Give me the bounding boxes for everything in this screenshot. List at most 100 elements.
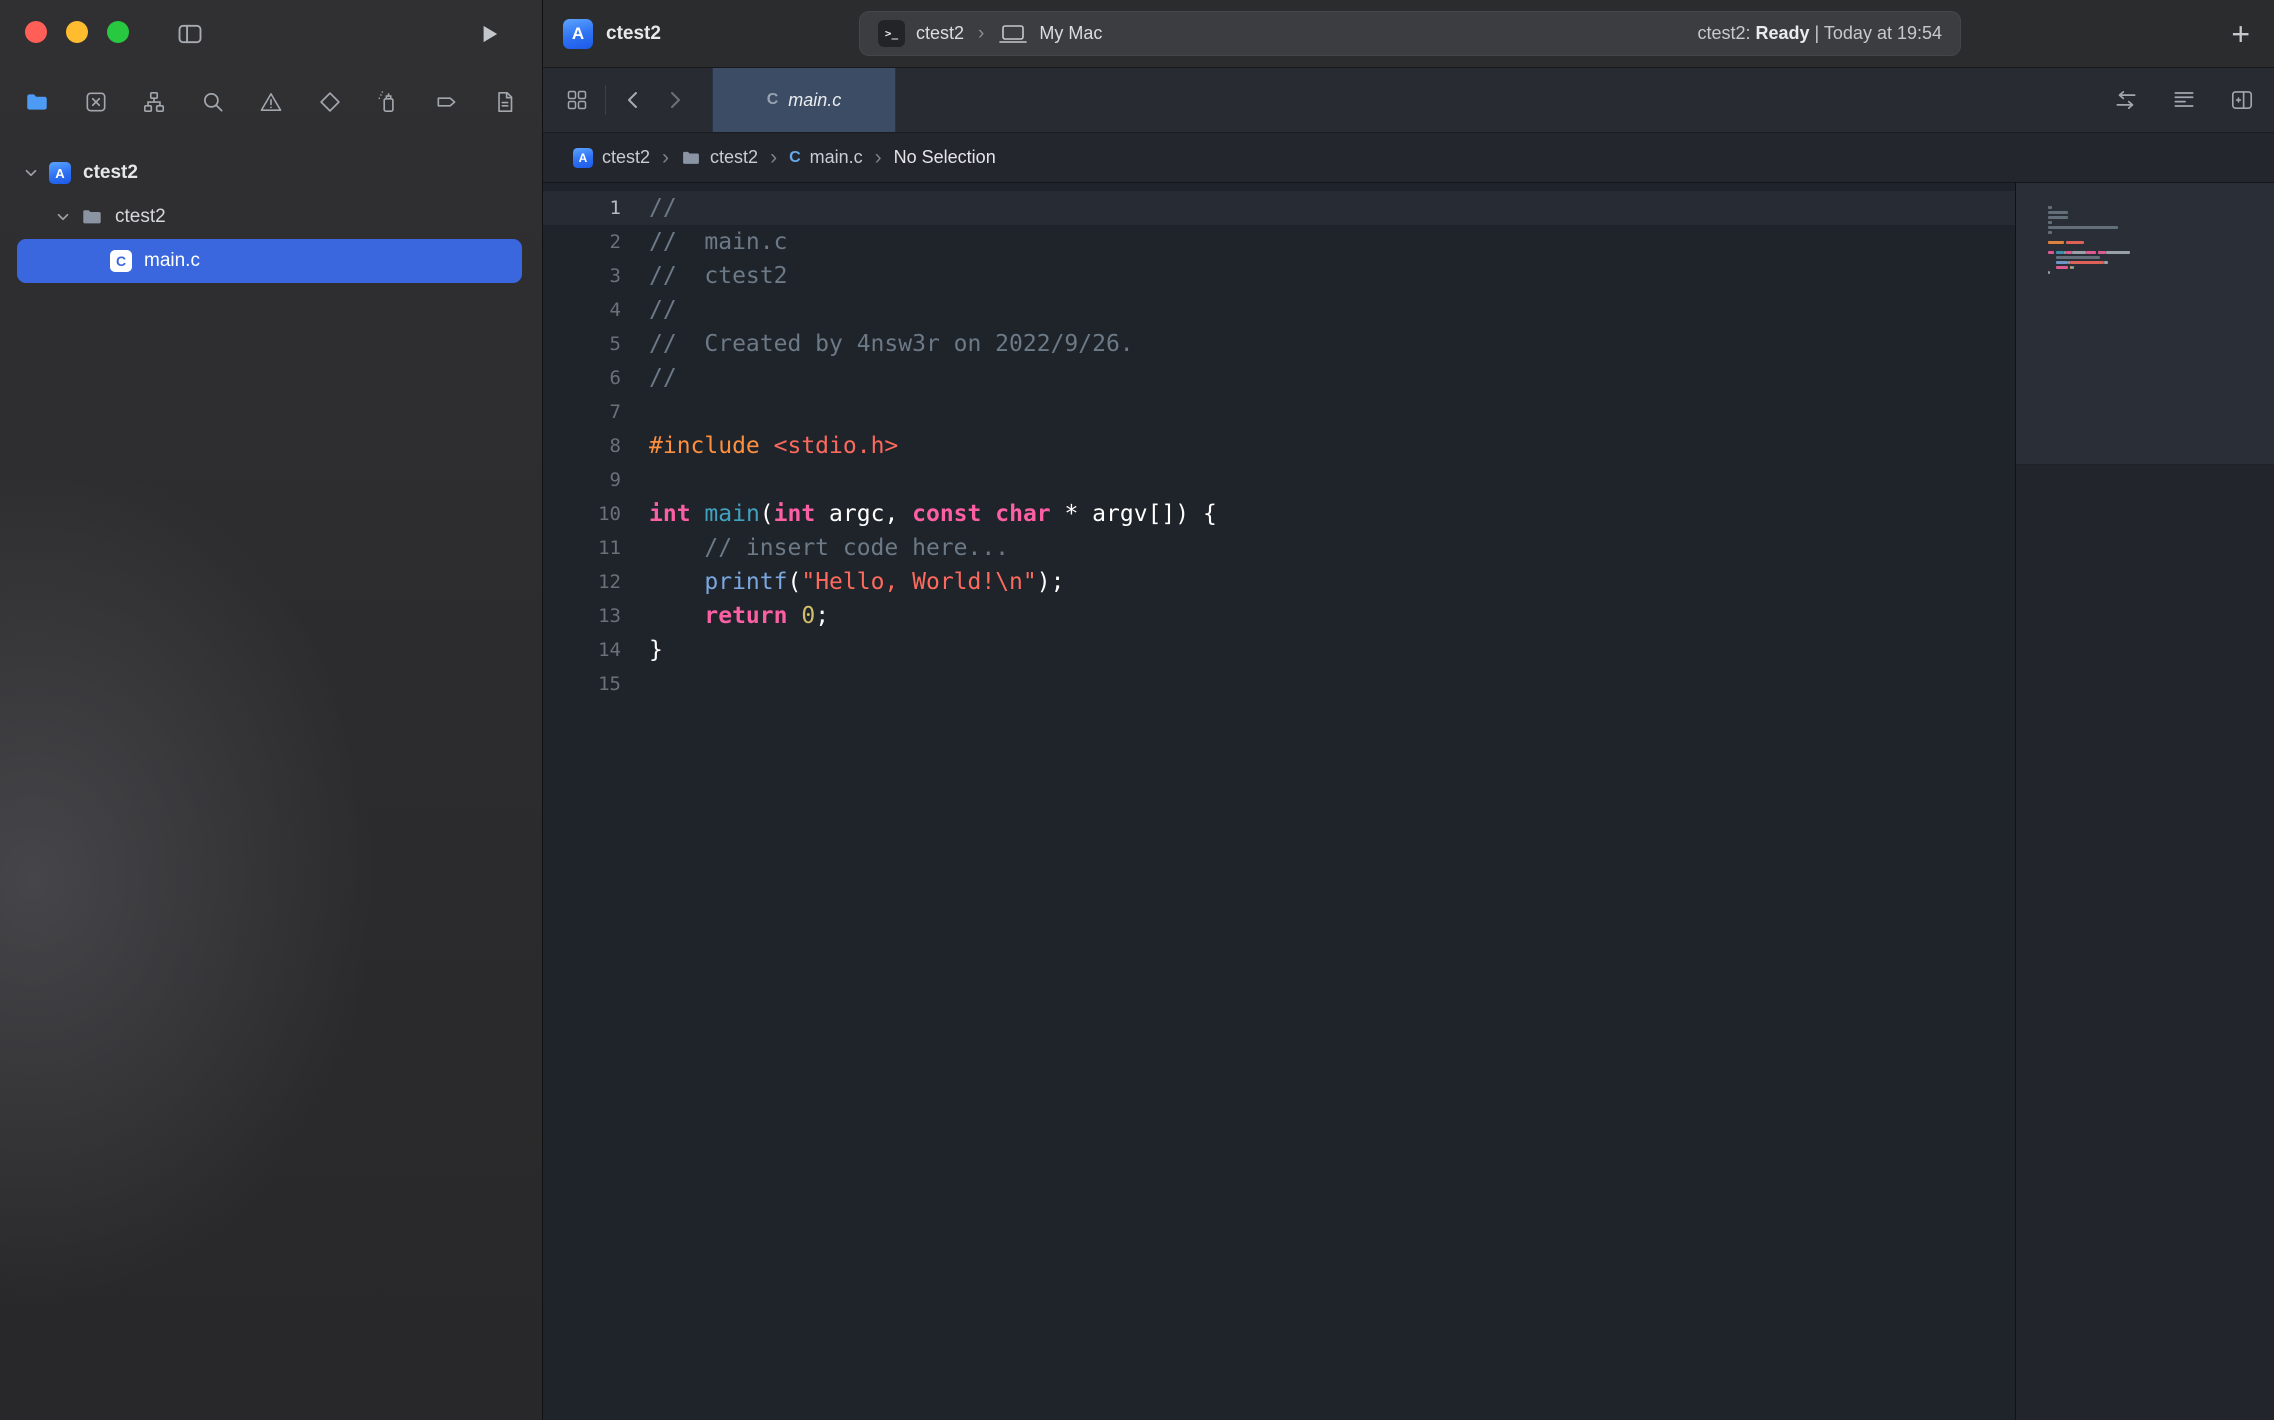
code-line[interactable]: 6//	[543, 361, 2015, 395]
run-destination-label[interactable]: My Mac	[1039, 23, 1102, 44]
report-navigator-button[interactable]	[488, 85, 522, 119]
minimap-segment	[2048, 221, 2052, 224]
status-state: Ready	[1755, 23, 1809, 43]
code-token: //	[649, 195, 677, 221]
tree-file-label: main.c	[144, 250, 200, 272]
disclosure-chevron-icon[interactable]	[22, 164, 40, 182]
code-token: }	[649, 637, 663, 663]
test-navigator-button[interactable]	[313, 85, 347, 119]
minimize-button[interactable]	[66, 21, 88, 43]
run-button[interactable]	[476, 21, 502, 47]
hierarchy-icon	[141, 89, 167, 115]
go-forward-button[interactable]	[662, 88, 686, 112]
code-line[interactable]: 4//	[543, 293, 2015, 327]
minimap-line	[2048, 221, 2130, 224]
symbol-navigator-button[interactable]	[137, 85, 171, 119]
breakpoint-navigator-button[interactable]	[430, 85, 464, 119]
line-number[interactable]: 1	[543, 197, 621, 219]
toolbar: A ctest2 >_ ctest2 › My Mac ctest2: Read…	[543, 0, 2274, 68]
code-text: printf("Hello, World!\n");	[621, 569, 1064, 595]
line-number[interactable]: 9	[543, 469, 621, 491]
code-line[interactable]: 14}	[543, 633, 2015, 667]
toggle-sidebar-button[interactable]	[176, 20, 204, 48]
status-project: ctest2:	[1697, 23, 1750, 43]
c-file-icon: C	[110, 250, 132, 272]
code-review-button[interactable]	[2113, 87, 2139, 113]
project-navigator-button[interactable]	[20, 85, 54, 119]
close-button[interactable]	[25, 21, 47, 43]
line-number[interactable]: 3	[543, 265, 621, 287]
grid-icon	[565, 88, 589, 112]
minimap-segment	[2048, 231, 2052, 234]
code-line[interactable]: 5// Created by 4nsw3r on 2022/9/26.	[543, 327, 2015, 361]
jumpbar-selection[interactable]: No Selection	[894, 147, 996, 168]
minimap-line	[2048, 226, 2130, 229]
line-number[interactable]: 2	[543, 231, 621, 253]
tree-row-group[interactable]: ctest2	[0, 195, 542, 239]
line-number[interactable]: 11	[543, 537, 621, 559]
code-line[interactable]: 13 return 0;	[543, 599, 2015, 633]
tab-overview-button[interactable]	[565, 88, 589, 112]
chevron-right-icon	[662, 88, 686, 112]
scheme-project-label[interactable]: ctest2	[916, 23, 964, 44]
minimap-line	[2048, 251, 2130, 254]
line-number[interactable]: 15	[543, 673, 621, 695]
code-line[interactable]: 11 // insert code here...	[543, 531, 2015, 565]
find-navigator-button[interactable]	[196, 85, 230, 119]
tree-row-main-c[interactable]: C main.c	[17, 239, 522, 283]
minimap-lines	[2048, 206, 2130, 281]
code-line[interactable]: 2 // main.c	[543, 225, 2015, 259]
add-editor-button[interactable]	[2229, 87, 2255, 113]
code-token: int	[774, 501, 816, 527]
line-number[interactable]: 14	[543, 639, 621, 661]
code-text: //	[621, 297, 677, 323]
code-line[interactable]: 7	[543, 395, 2015, 429]
tree-group-label: ctest2	[115, 206, 166, 228]
source-control-navigator-button[interactable]	[79, 85, 113, 119]
jumpbar-group-label: ctest2	[710, 147, 758, 168]
line-number[interactable]: 12	[543, 571, 621, 593]
code-token: // main.c	[649, 229, 787, 255]
editor-options-button[interactable]	[2171, 87, 2197, 113]
minimap-segment	[2104, 261, 2108, 264]
line-number[interactable]: 5	[543, 333, 621, 355]
minimap-segment	[2056, 261, 2068, 264]
line-number[interactable]: 4	[543, 299, 621, 321]
line-number[interactable]: 6	[543, 367, 621, 389]
tree-row-project[interactable]: A ctest2	[0, 151, 542, 195]
library-add-button[interactable]: +	[2231, 18, 2250, 50]
minimap[interactable]	[2015, 183, 2274, 1420]
line-number[interactable]: 13	[543, 605, 621, 627]
code-rows[interactable]: 1//2// main.c3// ctest24//5// Created by…	[543, 183, 2015, 1420]
line-number[interactable]: 7	[543, 401, 621, 423]
code-line[interactable]: 3// ctest2	[543, 259, 2015, 293]
line-number[interactable]: 8	[543, 435, 621, 457]
line-number[interactable]: 10	[543, 503, 621, 525]
debug-navigator-button[interactable]	[371, 85, 405, 119]
code-text: // main.c	[621, 229, 787, 255]
code-line[interactable]: 8#include <stdio.h>	[543, 429, 2015, 463]
minimap-line	[2048, 216, 2130, 219]
jumpbar-file[interactable]: C main.c	[789, 147, 863, 168]
code-token: "Hello, World!\n"	[801, 569, 1036, 595]
code-token	[649, 569, 704, 595]
zoom-button[interactable]	[107, 21, 129, 43]
go-back-button[interactable]	[622, 88, 646, 112]
minimap-segment	[2070, 261, 2104, 264]
scheme-selector[interactable]: >_ ctest2 › My Mac	[878, 20, 1102, 47]
jumpbar-project[interactable]: A ctest2	[573, 147, 650, 168]
tab-main-c[interactable]: C main.c	[712, 68, 896, 132]
code-line[interactable]: 15	[543, 667, 2015, 701]
code-line[interactable]: 9	[543, 463, 2015, 497]
jumpbar-group[interactable]: ctest2	[681, 147, 758, 168]
editor-actions	[2113, 68, 2274, 132]
code-line[interactable]: 10int main(int argc, const char * argv[]…	[543, 497, 2015, 531]
issue-navigator-button[interactable]	[254, 85, 288, 119]
code-text: //	[621, 365, 677, 391]
minimap-segment	[2048, 266, 2056, 269]
code-line[interactable]: 1 //	[543, 191, 2015, 225]
disclosure-chevron-icon[interactable]	[54, 208, 72, 226]
code-line[interactable]: 12 printf("Hello, World!\n");	[543, 565, 2015, 599]
minimap-segment	[2098, 251, 2106, 254]
tab-controls	[543, 68, 686, 132]
